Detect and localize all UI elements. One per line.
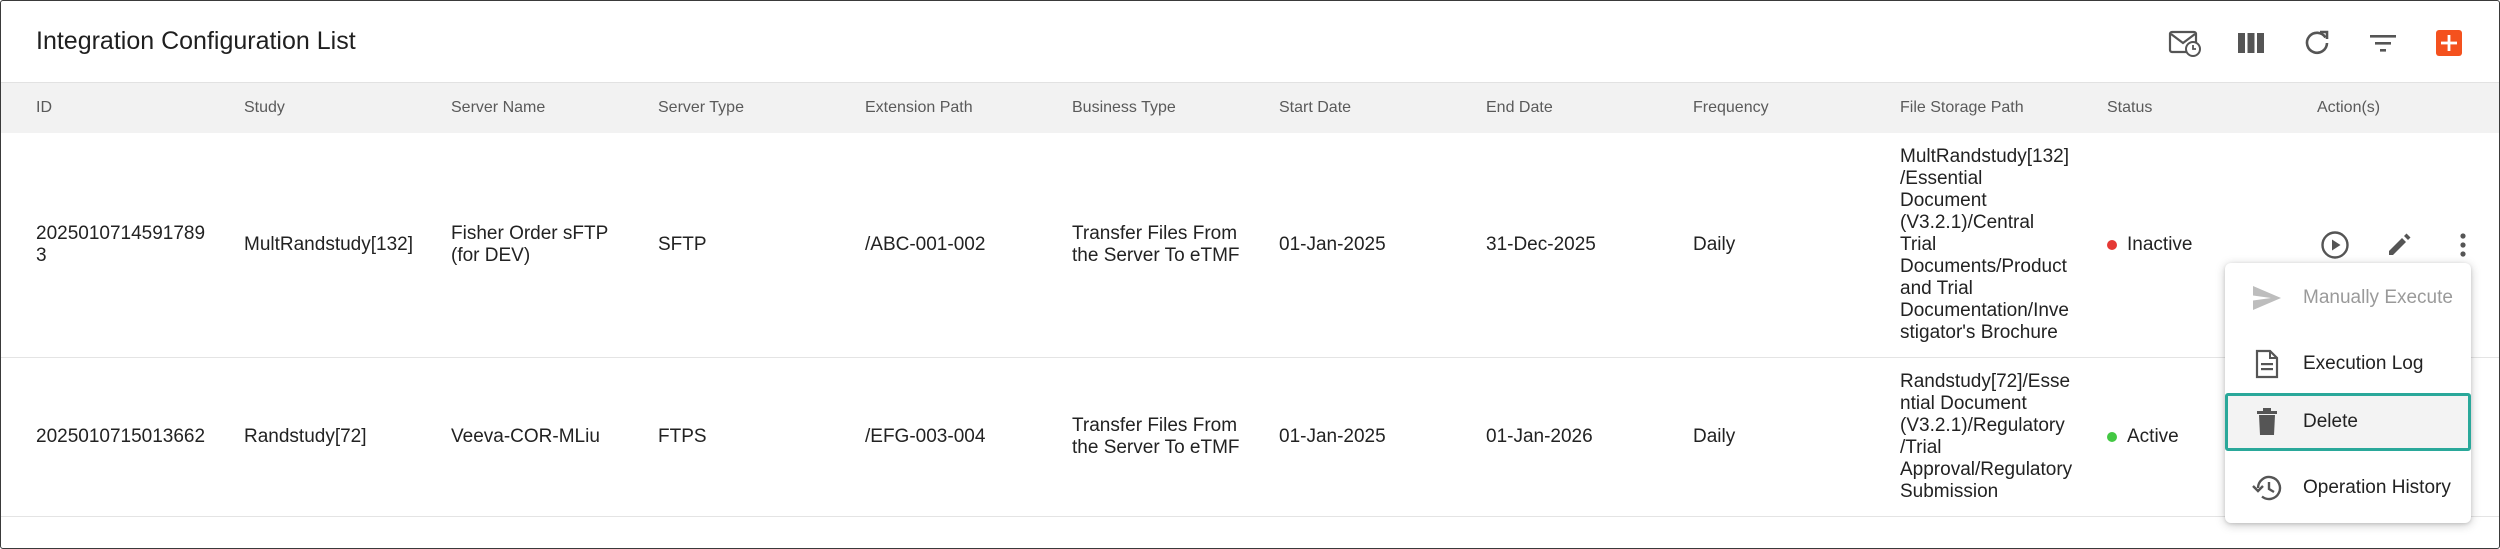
trash-icon (2245, 407, 2289, 437)
col-study: Study (244, 99, 285, 116)
history-icon (2245, 473, 2289, 503)
panel-header: Integration Configuration List (1, 1, 2499, 82)
cell-server-name: Fisher Order sFTP (for DEV) (451, 223, 609, 266)
cell-start-date: 01-Jan-2025 (1279, 234, 1386, 255)
menu-item-execution-log[interactable]: Execution Log (2225, 335, 2471, 393)
cell-end-date: 31-Dec-2025 (1486, 234, 1596, 255)
cell-id: 2025010715013662 (36, 426, 206, 447)
menu-item-label: Operation History (2303, 477, 2451, 498)
cell-frequency: Daily (1693, 234, 1736, 255)
cell-server-name: Veeva-COR-MLiu (451, 426, 600, 447)
document-icon (2245, 349, 2289, 379)
cell-id: 2025010714591789 3 (36, 223, 206, 266)
cell-study: MultRandstudy[132] (244, 234, 413, 255)
menu-item-manually-execute[interactable]: Manually Execute (2225, 269, 2471, 327)
cell-server-type: SFTP (658, 234, 707, 255)
table-row: 2025010714591789 3 MultRandstudy[132] Fi… (1, 133, 2499, 358)
execute-icon[interactable] (2317, 227, 2353, 263)
filter-icon[interactable] (2363, 23, 2403, 63)
menu-item-label: Execution Log (2303, 353, 2424, 374)
cell-end-date: 01-Jan-2026 (1486, 426, 1593, 447)
integration-config-panel: Integration Configuration List ID Study … (0, 0, 2500, 549)
status-dot-inactive (2107, 240, 2117, 250)
table-row: 2025010715013662 Randstudy[72] Veeva-COR… (1, 358, 2499, 517)
add-icon[interactable] (2429, 23, 2469, 63)
col-extension-path: Extension Path (865, 99, 973, 116)
mail-schedule-icon[interactable] (2165, 23, 2205, 63)
send-icon (2245, 284, 2289, 312)
menu-item-label: Delete (2303, 411, 2358, 432)
cell-business-type: Transfer Files From the Server To eTMF (1072, 223, 1240, 266)
col-server-type: Server Type (658, 99, 744, 116)
refresh-icon[interactable] (2297, 23, 2337, 63)
menu-item-label: Manually Execute (2303, 287, 2453, 308)
menu-item-delete[interactable]: Delete (2225, 393, 2471, 451)
col-actions: Action(s) (2317, 99, 2381, 116)
col-start-date: Start Date (1279, 99, 1352, 116)
status-badge: Inactive (2127, 234, 2193, 255)
col-end-date: End Date (1486, 99, 1553, 116)
col-business-type: Business Type (1072, 99, 1176, 116)
table-header: ID Study Server Name Server Type Extensi… (1, 82, 2499, 134)
cell-frequency: Daily (1693, 426, 1736, 447)
page-title: Integration Configuration List (36, 27, 356, 55)
col-frequency: Frequency (1693, 99, 1769, 116)
more-options-icon[interactable] (2445, 227, 2481, 263)
edit-icon[interactable] (2381, 227, 2417, 263)
col-status: Status (2107, 99, 2153, 116)
toolbar (2165, 23, 2469, 63)
col-id: ID (36, 99, 52, 116)
cell-extension-path: /EFG-003-004 (865, 426, 986, 447)
cell-extension-path: /ABC-001-002 (865, 234, 986, 255)
status-badge: Active (2127, 426, 2179, 447)
columns-icon[interactable] (2231, 23, 2271, 63)
cell-start-date: 01-Jan-2025 (1279, 426, 1386, 447)
status-dot-active (2107, 432, 2117, 442)
menu-item-operation-history[interactable]: Operation History (2225, 459, 2471, 517)
cell-file-storage-path: MultRandstudy[132] /Essential Document (… (1900, 146, 2069, 343)
col-file-storage-path: File Storage Path (1900, 99, 2024, 116)
cell-server-type: FTPS (658, 426, 707, 447)
cell-file-storage-path: Randstudy[72]/Esse ntial Document (V3.2.… (1900, 371, 2073, 502)
cell-business-type: Transfer Files From the Server To eTMF (1072, 415, 1240, 458)
cell-study: Randstudy[72] (244, 426, 367, 447)
row-context-menu: Manually Execute Execution Log Delete Op… (2225, 263, 2471, 523)
col-server-name: Server Name (451, 99, 546, 116)
